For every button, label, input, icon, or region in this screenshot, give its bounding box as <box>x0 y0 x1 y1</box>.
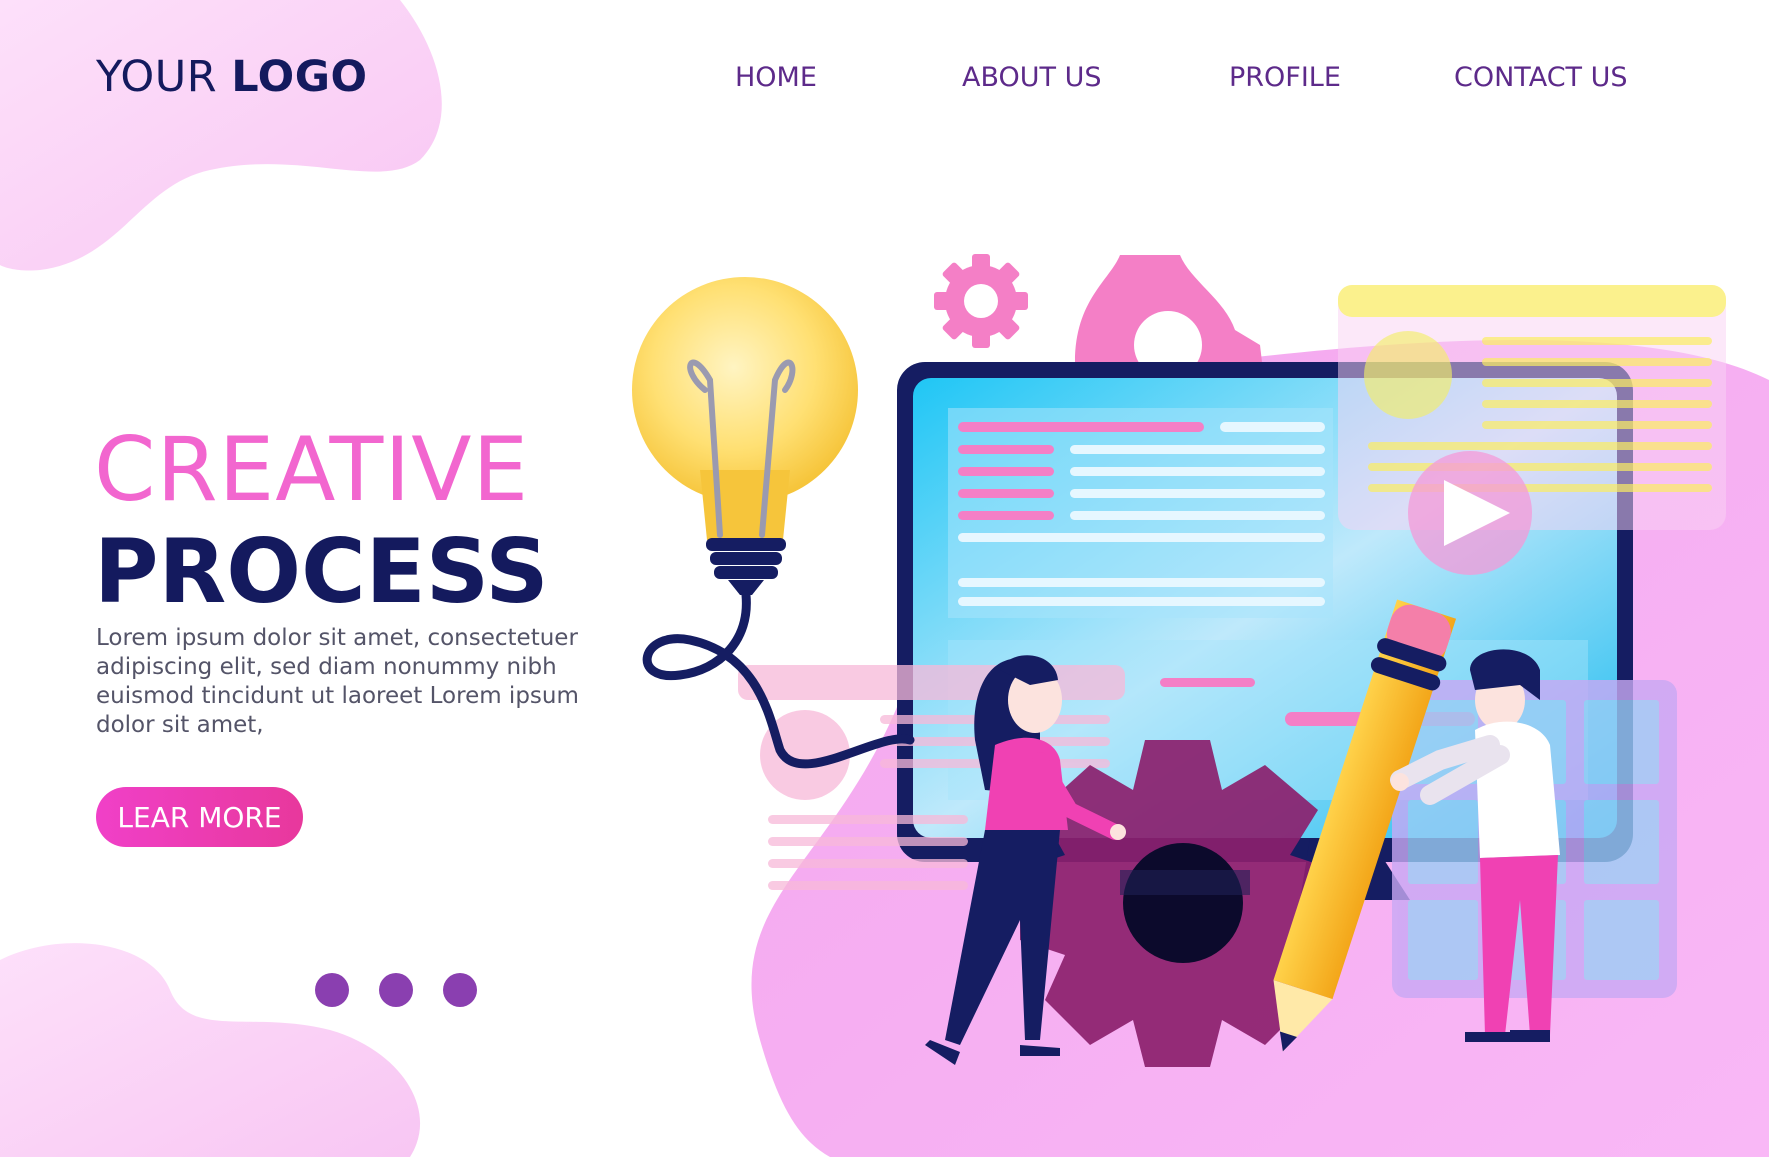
creative-process-illustration <box>632 254 1726 1067</box>
small-gear-icon <box>934 254 1028 348</box>
web-page-panel <box>1338 285 1726 530</box>
large-gear-icon <box>1075 255 1262 379</box>
play-icon <box>1408 451 1532 575</box>
